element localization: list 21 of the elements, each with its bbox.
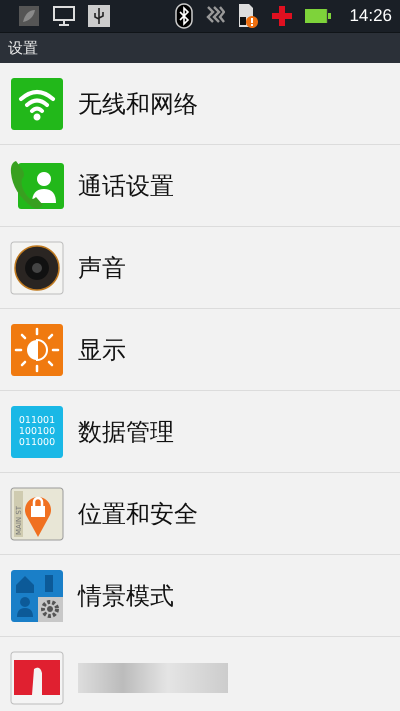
screen-title: 设置 <box>8 38 38 58</box>
settings-item-label[interactable]: 声音 <box>78 252 126 284</box>
speaker-icon <box>10 240 64 294</box>
settings-item-label[interactable]: 通话设置 <box>78 170 174 202</box>
clock-time: 14:26 <box>349 6 392 26</box>
cross-icon <box>271 5 294 27</box>
brightness-icon <box>10 322 64 376</box>
settings-item-label[interactable]: 显示 <box>78 334 126 366</box>
leaf-icon <box>18 5 40 27</box>
settings-item-label[interactable]: 数据管理 <box>78 416 174 448</box>
battery-icon <box>305 9 332 23</box>
monitor-icon <box>52 5 76 27</box>
sd-card-warning-icon <box>237 3 260 29</box>
usb-icon <box>88 5 110 27</box>
settings-item-label[interactable]: 无线和网络 <box>78 88 198 120</box>
profiles-icon <box>10 568 64 622</box>
bluetooth-icon <box>175 3 194 29</box>
settings-item-label[interactable]: 情景模式 <box>78 580 174 612</box>
binary-data-icon: 011001 100100 011000 <box>10 404 64 458</box>
wifi-icon <box>10 76 64 130</box>
settings-item-label[interactable]: 位置和安全 <box>78 498 198 530</box>
